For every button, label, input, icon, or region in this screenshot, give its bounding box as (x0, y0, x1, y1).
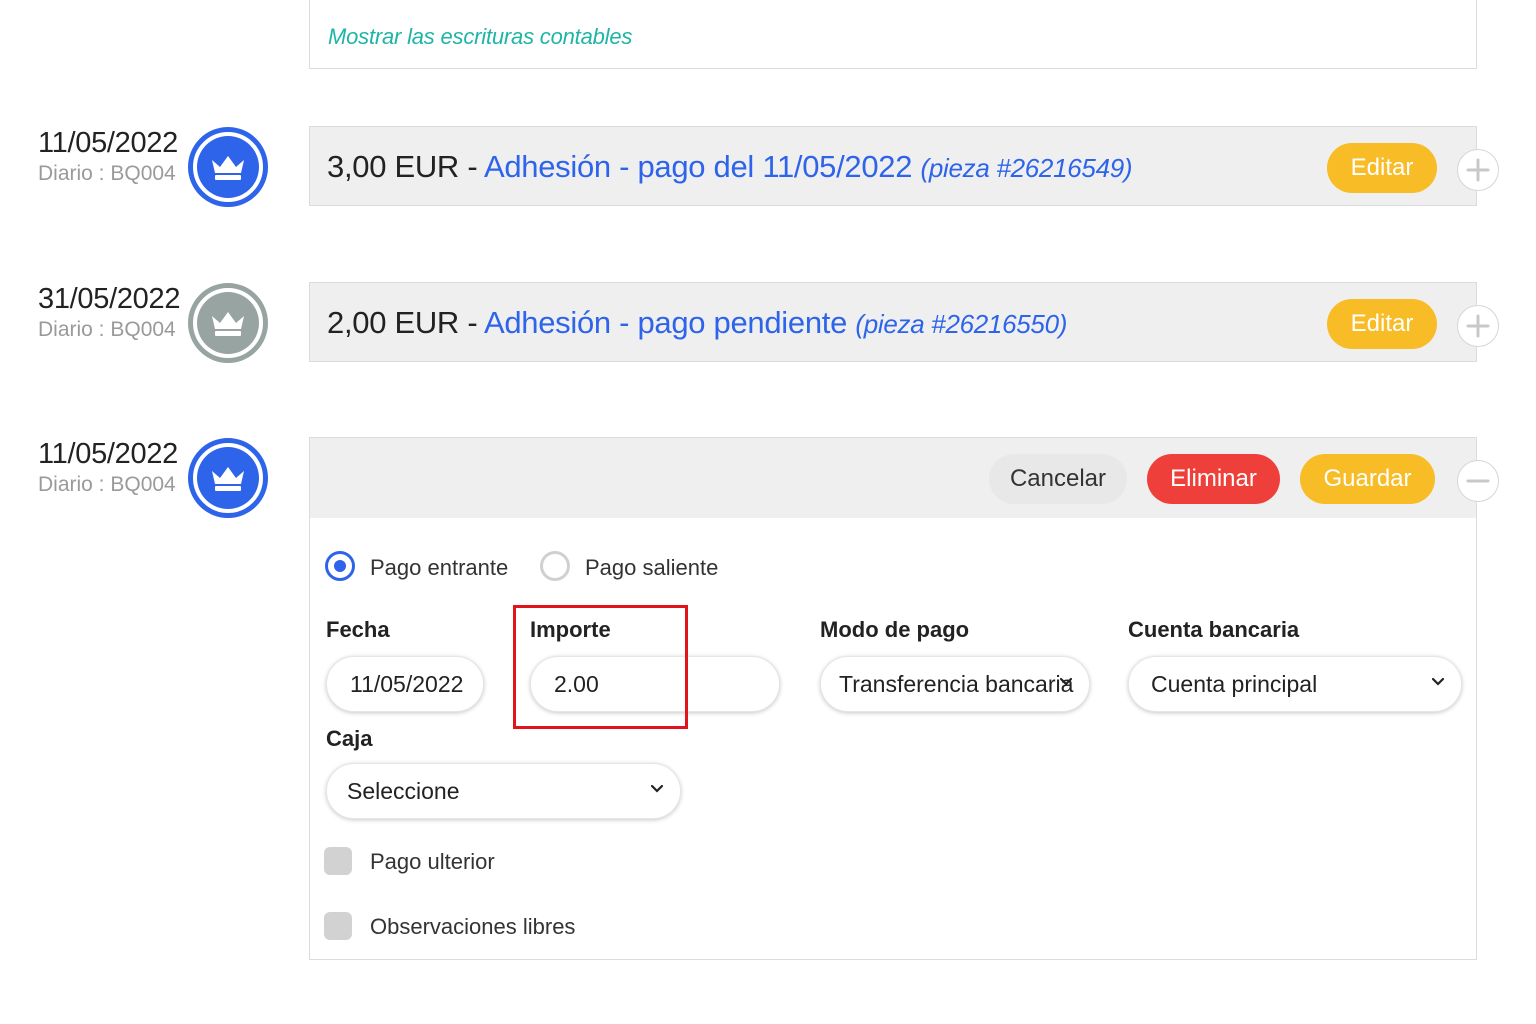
payment-piece: (pieza #26216550) (855, 309, 1068, 339)
collapse-minus-icon[interactable] (1457, 460, 1499, 502)
payment-method-label: Modo de pago (820, 617, 970, 642)
cash-register-select[interactable]: Seleccione (326, 763, 681, 819)
payment-method-value: Transferencia bancaria (839, 670, 1074, 697)
chevron-down-icon (1431, 677, 1445, 686)
bank-account-select[interactable]: Cuenta principal (1128, 656, 1462, 712)
chevron-down-icon (1059, 677, 1073, 686)
edit-button[interactable]: Editar (1327, 299, 1437, 349)
cash-register-label: Caja (326, 726, 373, 751)
expand-plus-icon[interactable] (1457, 305, 1499, 347)
show-accounting-entries-link[interactable]: Mostrar las escrituras contables (328, 24, 632, 50)
delete-button[interactable]: Eliminar (1147, 454, 1280, 504)
bank-account-label: Cuenta bancaria (1128, 617, 1300, 642)
edit-form-body: Pago entrante Pago saliente Fecha Import… (309, 518, 1477, 960)
edit-button[interactable]: Editar (1327, 143, 1437, 193)
crown-status-icon (188, 283, 268, 363)
payment-amount: 2,00 EUR (327, 305, 459, 340)
payment-summary: 2,00 EUR - Adhesión - pago pendiente (pi… (327, 305, 1068, 340)
incoming-payment-label: Pago entrante (370, 555, 509, 580)
date-field[interactable]: 11/05/2022 (326, 656, 484, 712)
entry-journal: Diario : BQ004 (38, 162, 176, 185)
date-label: Fecha (326, 617, 390, 642)
entry-date: 11/05/2022 (38, 127, 178, 159)
edit-form-header: Cancelar Eliminar Guardar (309, 437, 1477, 519)
free-notes-label: Observaciones libres (370, 914, 576, 939)
cancel-button[interactable]: Cancelar (989, 454, 1127, 504)
entry-date-block: 11/05/2022 Diario : BQ004 (38, 438, 188, 498)
crown-status-icon (188, 438, 268, 518)
cash-register-value: Seleccione (347, 777, 460, 804)
crown-status-icon (188, 127, 268, 207)
payment-row: 2,00 EUR - Adhesión - pago pendiente (pi… (309, 282, 1477, 362)
payment-piece: (pieza #26216549) (920, 153, 1133, 183)
incoming-payment-radio[interactable] (325, 551, 355, 581)
entry-journal: Diario : BQ004 (38, 473, 176, 496)
later-payment-label: Pago ulterior (370, 849, 495, 874)
payment-method-select[interactable]: Transferencia bancaria (820, 656, 1090, 712)
entry-journal: Diario : BQ004 (38, 318, 176, 341)
accounting-entries-card: Mostrar las escrituras contables (309, 0, 1477, 69)
payment-row: 3,00 EUR - Adhesión - pago del 11/05/202… (309, 126, 1477, 206)
expand-plus-icon[interactable] (1457, 149, 1499, 191)
chevron-down-icon (650, 784, 664, 793)
entry-date-block: 31/05/2022 Diario : BQ004 (38, 283, 188, 343)
outgoing-payment-label: Pago saliente (585, 555, 719, 580)
outgoing-payment-radio[interactable] (540, 551, 570, 581)
entry-date-block: 11/05/2022 Diario : BQ004 (38, 127, 188, 187)
bank-account-value: Cuenta principal (1151, 670, 1318, 697)
payment-amount: 3,00 EUR (327, 149, 459, 184)
payment-title-link[interactable]: Adhesión - pago del 11/05/2022 (484, 149, 913, 184)
payment-summary: 3,00 EUR - Adhesión - pago del 11/05/202… (327, 149, 1133, 184)
free-notes-checkbox[interactable] (324, 912, 352, 940)
entry-date: 31/05/2022 (38, 283, 181, 315)
save-button[interactable]: Guardar (1300, 454, 1435, 504)
amount-highlight-box (513, 605, 688, 729)
payment-title-link[interactable]: Adhesión - pago pendiente (484, 305, 847, 340)
later-payment-checkbox[interactable] (324, 847, 352, 875)
entry-date: 11/05/2022 (38, 438, 178, 470)
